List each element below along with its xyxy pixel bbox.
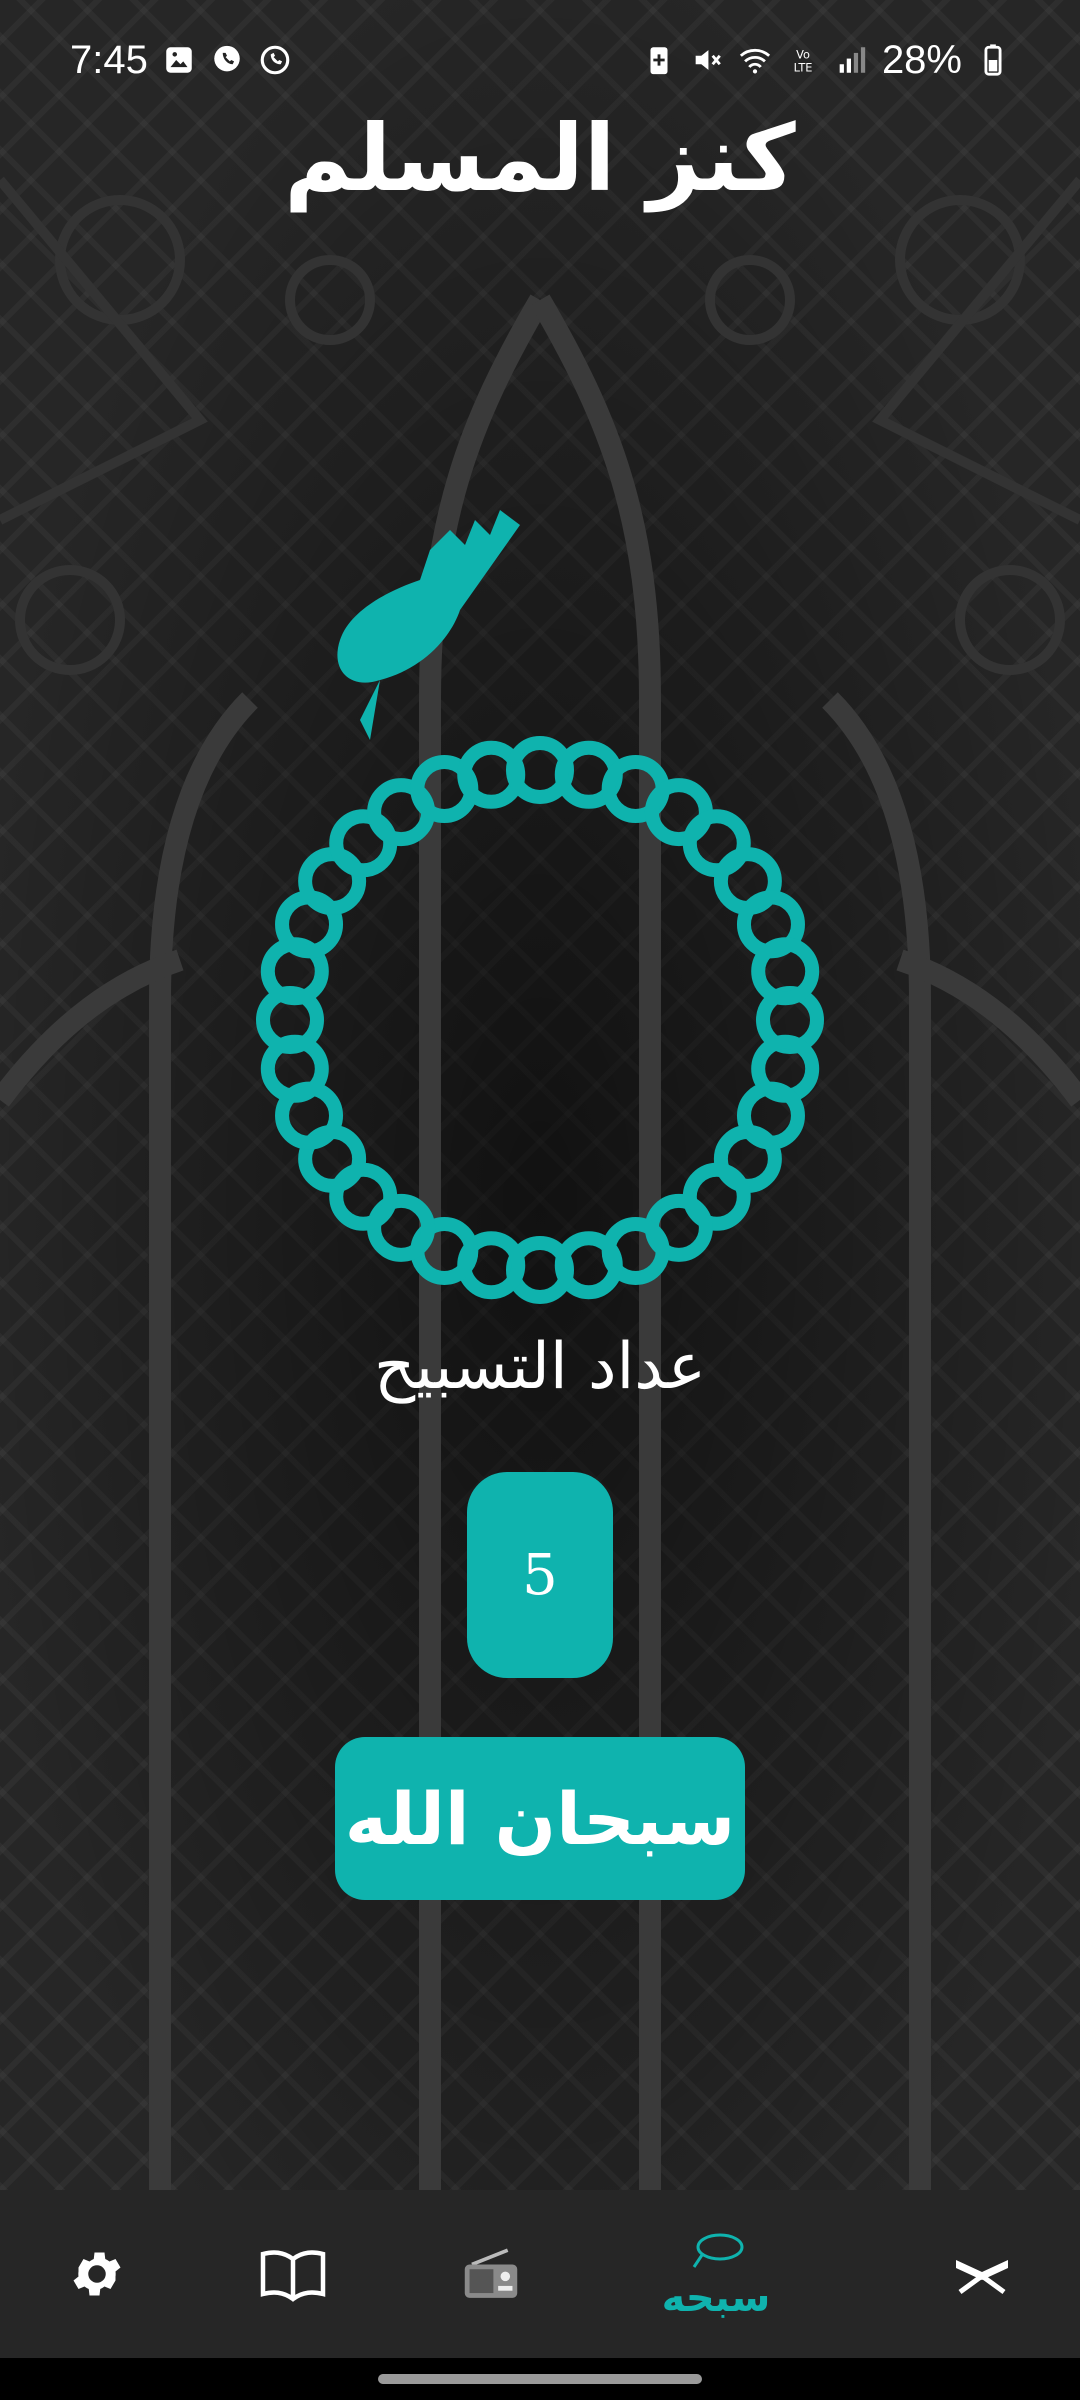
volte-icon: VoLTE — [794, 48, 813, 75]
svg-text:LTE: LTE — [794, 60, 813, 74]
prayer-beads-icon[interactable] — [250, 490, 830, 1310]
radio-icon — [464, 2248, 518, 2298]
prayer-beads-nav-icon — [692, 2233, 744, 2268]
counter-title: عداد التسبيح — [373, 1330, 707, 1404]
count-value: 5 — [522, 1542, 558, 1608]
nav-settings[interactable] — [22, 2190, 172, 2358]
battery-icon — [984, 44, 1002, 76]
nav-radio[interactable] — [416, 2190, 566, 2358]
tasbih-button[interactable]: سبحان الله — [335, 1737, 745, 1900]
gesture-bar — [0, 2358, 1080, 2400]
status-bar: 7:45 Vo LTE 28% — [0, 0, 1080, 120]
bottom-nav: سبحه — [0, 2190, 1080, 2358]
wifi-icon — [739, 48, 771, 74]
clock: 7:45 — [70, 37, 148, 82]
nav-tasbih[interactable]: سبحه — [641, 2190, 791, 2358]
nav-book[interactable] — [218, 2190, 368, 2358]
mute-icon — [695, 50, 721, 70]
battery-saver-icon — [650, 47, 668, 75]
nav-tasbih-label: سبحه — [661, 2275, 771, 2321]
app-title: كنز المسلم — [284, 105, 796, 212]
gear-icon — [73, 2252, 121, 2296]
battery-percent: 28% — [881, 37, 962, 82]
book-icon — [260, 2250, 326, 2302]
signal-icon — [839, 47, 866, 73]
whatsapp-icon — [260, 45, 290, 75]
home-indicator[interactable] — [378, 2374, 702, 2384]
gallery-icon — [166, 47, 192, 73]
viber-icon — [214, 45, 240, 72]
nav-quran[interactable] — [907, 2190, 1057, 2358]
tasbih-count: 5 — [467, 1472, 613, 1678]
quran-stand-icon — [956, 2260, 1008, 2295]
